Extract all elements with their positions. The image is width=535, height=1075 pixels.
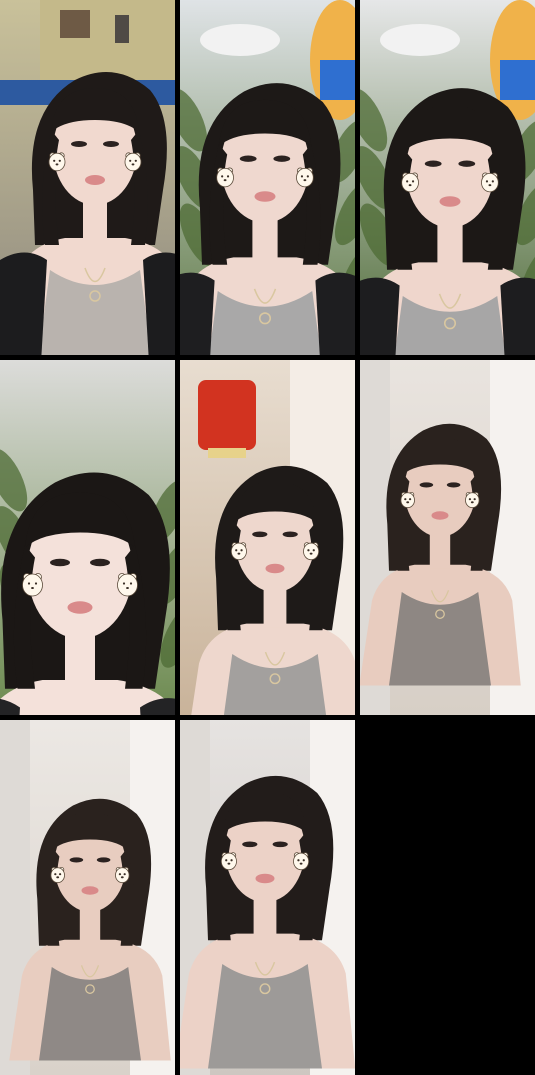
eye [90, 558, 110, 567]
neck [83, 200, 107, 242]
bear-sticker-icon [220, 852, 237, 871]
lips [67, 601, 93, 614]
bear-sticker-icon [216, 167, 234, 188]
red-lantern [198, 380, 256, 450]
eye [273, 155, 291, 162]
jacket [0, 252, 47, 355]
eye [424, 160, 442, 167]
eye [458, 160, 476, 167]
neck [263, 587, 287, 628]
bear-sticker-icon [48, 152, 66, 172]
photo-tile[interactable] [0, 720, 175, 1075]
portrait-photo [360, 360, 535, 715]
lips [254, 191, 276, 202]
jacket [143, 252, 175, 355]
lips [81, 886, 99, 895]
portrait-photo [0, 0, 175, 355]
eye [71, 141, 87, 147]
portrait-photo [0, 360, 175, 715]
jacket [315, 272, 355, 355]
neck [429, 532, 451, 569]
neck [252, 217, 278, 262]
tank-top [389, 592, 491, 686]
bear-sticker-icon [22, 573, 43, 597]
lips [255, 873, 275, 884]
portrait-photo [0, 720, 175, 1075]
bear-sticker-icon [303, 542, 320, 561]
lips [439, 196, 461, 207]
bear-sticker-icon [481, 172, 499, 193]
eye [282, 531, 298, 538]
bear-sticker-icon [117, 573, 138, 597]
cloud-ornament [200, 24, 280, 56]
eye [446, 482, 461, 488]
eye [252, 531, 268, 538]
eye [242, 841, 258, 848]
tank-top [208, 964, 322, 1069]
eye [96, 857, 111, 863]
statue-cloth [500, 60, 535, 100]
neck [253, 897, 277, 938]
statue-cloth [320, 60, 355, 100]
neck [65, 632, 95, 685]
lantern-base [208, 448, 246, 458]
photo-tile[interactable] [180, 360, 355, 715]
photo-tile[interactable] [360, 360, 535, 715]
lips [85, 175, 105, 185]
bear-sticker-icon [124, 152, 142, 172]
bear-sticker-icon [50, 866, 65, 884]
eye [50, 558, 70, 567]
image-grid [0, 0, 535, 1075]
eye [239, 155, 257, 162]
bear-sticker-icon [296, 167, 314, 188]
photo-tile[interactable] [360, 0, 535, 355]
bear-sticker-icon [230, 542, 247, 561]
jacket [180, 272, 215, 355]
cloud-ornament [380, 24, 460, 56]
eye [419, 482, 434, 488]
window [115, 15, 129, 43]
bear-sticker-icon [400, 491, 415, 509]
lips [431, 511, 449, 520]
neck [437, 222, 463, 267]
bear-sticker-icon [293, 852, 310, 871]
photo-tile[interactable] [0, 0, 175, 355]
bear-sticker-icon [115, 866, 130, 884]
eye [272, 841, 288, 848]
bear-sticker-icon [401, 172, 419, 193]
window [60, 10, 90, 38]
lips [265, 563, 285, 574]
empty-tile [360, 720, 535, 1075]
tank-top [39, 967, 141, 1061]
portrait-photo [360, 0, 535, 355]
portrait-photo [180, 720, 355, 1075]
photo-tile[interactable] [0, 360, 175, 715]
bear-sticker-icon [465, 491, 480, 509]
eye [103, 141, 119, 147]
eye [69, 857, 84, 863]
portrait-photo [180, 0, 355, 355]
jacket [500, 277, 535, 355]
portrait-photo [180, 360, 355, 715]
neck [79, 907, 101, 944]
photo-tile[interactable] [180, 720, 355, 1075]
photo-tile[interactable] [180, 0, 355, 355]
jacket [360, 277, 400, 355]
